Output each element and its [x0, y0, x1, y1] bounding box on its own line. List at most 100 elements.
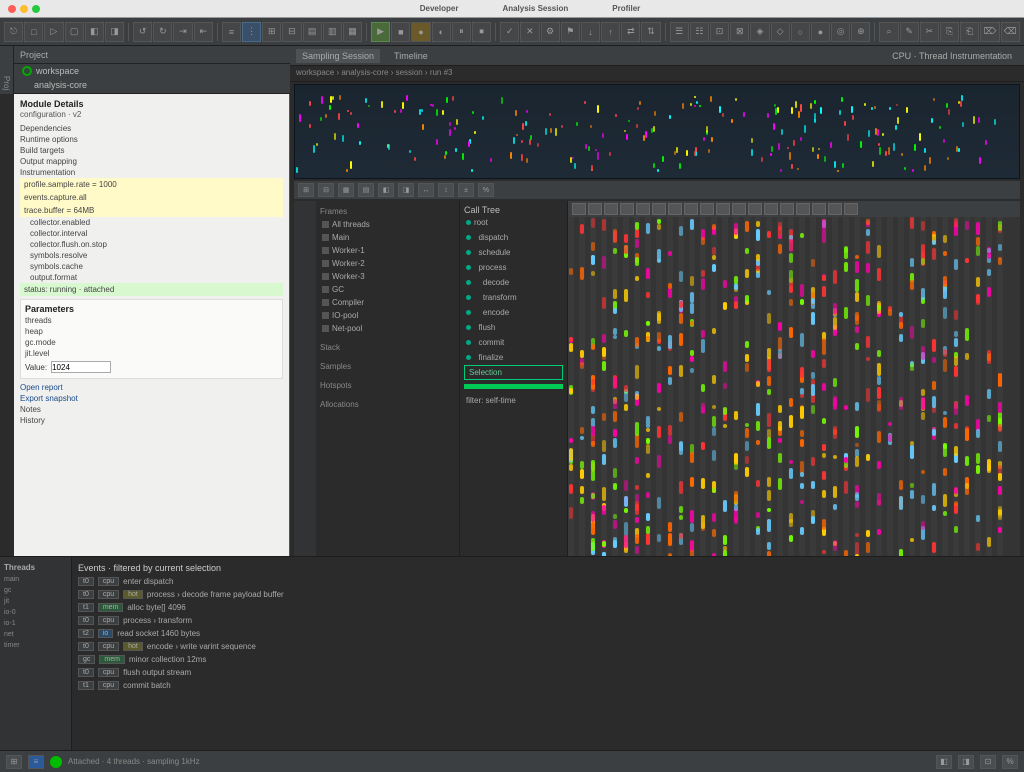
- calltree-row-7[interactable]: flush: [464, 320, 563, 335]
- timeline-tool-5[interactable]: ◨: [398, 183, 414, 197]
- timeline-tool-8[interactable]: ±: [458, 183, 474, 197]
- toolbar-btn-3-2[interactable]: ●: [411, 22, 430, 42]
- toolbar-btn-3-0[interactable]: ▶: [371, 22, 390, 42]
- calltree-selection-box[interactable]: Selection: [464, 365, 563, 380]
- thread-row-1[interactable]: gc: [4, 585, 67, 596]
- event-row-2[interactable]: t1memalloc byte[] 4096: [78, 601, 1018, 614]
- toolbar-btn-5-6[interactable]: ○: [791, 22, 810, 42]
- viz-tool-7[interactable]: [684, 203, 698, 215]
- toolbar-btn-2-6[interactable]: ▦: [343, 22, 362, 42]
- calltree-row-5[interactable]: transform: [464, 290, 563, 305]
- timeline-tool-6[interactable]: ↔: [418, 183, 434, 197]
- viz-tool-3[interactable]: [620, 203, 634, 215]
- toolbar-btn-3-1[interactable]: ■: [391, 22, 410, 42]
- tab-timeline[interactable]: Timeline: [388, 49, 434, 63]
- timeline-tool-7[interactable]: ↕: [438, 183, 454, 197]
- event-row-1[interactable]: t0cpuhotprocess › decode frame payload b…: [78, 588, 1018, 601]
- viz-tool-1[interactable]: [588, 203, 602, 215]
- toolbar-btn-6-2[interactable]: ✂: [920, 22, 939, 42]
- event-row-5[interactable]: t0cpuhotencode › write varint sequence: [78, 640, 1018, 653]
- toolbar-btn-2-5[interactable]: ▥: [323, 22, 342, 42]
- toolbar-btn-5-8[interactable]: ◎: [831, 22, 850, 42]
- timeline-tool-4[interactable]: ◧: [378, 183, 394, 197]
- toolbar-btn-4-3[interactable]: ⚑: [561, 22, 580, 42]
- toolbar-btn-3-4[interactable]: ⏸: [452, 22, 471, 42]
- toolbar-btn-4-0[interactable]: ✓: [500, 22, 519, 42]
- toolbar-btn-0-2[interactable]: ▷: [44, 22, 63, 42]
- toolbar-btn-5-5[interactable]: ◇: [771, 22, 790, 42]
- doc-link-0[interactable]: Open report: [20, 382, 283, 393]
- doc-link-1[interactable]: Export snapshot: [20, 393, 283, 404]
- inspector-item-2[interactable]: Worker-1: [320, 244, 455, 257]
- toolbar-btn-0-0[interactable]: ⎋: [4, 22, 23, 42]
- viz-tool-11[interactable]: [748, 203, 762, 215]
- thread-row-3[interactable]: io-0: [4, 607, 67, 618]
- toolbar-btn-5-3[interactable]: ⊠: [730, 22, 749, 42]
- toolbar-btn-5-9[interactable]: ⊕: [851, 22, 870, 42]
- inspector-item-1[interactable]: Main: [320, 231, 455, 244]
- thread-row-5[interactable]: net: [4, 629, 67, 640]
- status-btn-left-1[interactable]: ≡: [28, 755, 44, 769]
- calltree-row-4[interactable]: decode: [464, 275, 563, 290]
- timeline-tool-1[interactable]: ⊟: [318, 183, 334, 197]
- inspector-section-2[interactable]: Hotspots: [320, 379, 455, 392]
- toolstrip-project[interactable]: Proj: [2, 76, 11, 90]
- calltree-row-2[interactable]: schedule: [464, 245, 563, 260]
- toolbar-btn-2-2[interactable]: ⊞: [262, 22, 281, 42]
- inspector-item-6[interactable]: Compiler: [320, 296, 455, 309]
- calltree-filter[interactable]: filter: self-time: [464, 393, 563, 408]
- inspector-item-4[interactable]: Worker-3: [320, 270, 455, 283]
- timeline-tool-9[interactable]: %: [478, 183, 494, 197]
- toolbar-btn-2-1[interactable]: ⋮: [242, 22, 261, 42]
- inspector-item-5[interactable]: GC: [320, 283, 455, 296]
- toolbar-btn-4-7[interactable]: ⇅: [641, 22, 660, 42]
- close-window-icon[interactable]: [8, 5, 16, 13]
- event-row-4[interactable]: t2ioread socket 1460 bytes: [78, 627, 1018, 640]
- calltree-row-1[interactable]: dispatch: [464, 230, 563, 245]
- status-btn-left-0[interactable]: ⊞: [6, 755, 22, 769]
- sidebar-module[interactable]: analysis-core: [14, 78, 290, 92]
- toolbar-btn-5-1[interactable]: ☷: [690, 22, 709, 42]
- toolbar-btn-2-3[interactable]: ⊟: [282, 22, 301, 42]
- toolbar-btn-0-1[interactable]: □: [24, 22, 43, 42]
- viz-tool-8[interactable]: [700, 203, 714, 215]
- toolbar-btn-6-0[interactable]: ⌕: [879, 22, 898, 42]
- status-btn-right-0[interactable]: ◧: [936, 755, 952, 769]
- viz-tool-2[interactable]: [604, 203, 618, 215]
- toolbar-btn-4-1[interactable]: ✕: [520, 22, 539, 42]
- viz-tool-16[interactable]: [828, 203, 842, 215]
- inspector-item-0[interactable]: All threads: [320, 218, 455, 231]
- toolbar-btn-5-0[interactable]: ☰: [670, 22, 689, 42]
- toolbar-btn-1-1[interactable]: ↻: [153, 22, 172, 42]
- doc-entry-input[interactable]: [51, 361, 111, 373]
- status-btn-right-1[interactable]: ◨: [958, 755, 974, 769]
- timeline-tool-0[interactable]: ⊞: [298, 183, 314, 197]
- toolbar-btn-0-3[interactable]: ▢: [65, 22, 84, 42]
- viz-tool-6[interactable]: [668, 203, 682, 215]
- status-btn-right-2[interactable]: ⊡: [980, 755, 996, 769]
- toolbar-btn-1-2[interactable]: ⇥: [173, 22, 192, 42]
- toolbar-btn-4-4[interactable]: ↓: [581, 22, 600, 42]
- toolbar-btn-1-0[interactable]: ↺: [133, 22, 152, 42]
- timeline-tool-3[interactable]: ▤: [358, 183, 374, 197]
- toolbar-btn-6-4[interactable]: ⎗: [960, 22, 979, 42]
- status-btn-left-2[interactable]: [50, 756, 62, 768]
- event-row-6[interactable]: gcmemminor collection 12ms: [78, 653, 1018, 666]
- toolbar-btn-3-5[interactable]: ⏹: [472, 22, 491, 42]
- toolbar-btn-0-5[interactable]: ◨: [105, 22, 124, 42]
- viz-tool-12[interactable]: [764, 203, 778, 215]
- toolbar-btn-2-0[interactable]: ≡: [222, 22, 241, 42]
- toolbar-btn-4-2[interactable]: ⚙: [541, 22, 560, 42]
- toolbar-btn-6-3[interactable]: ⎘: [940, 22, 959, 42]
- status-btn-right-3[interactable]: %: [1002, 755, 1018, 769]
- viz-tool-9[interactable]: [716, 203, 730, 215]
- calltree-row-3[interactable]: process: [464, 260, 563, 275]
- toolbar-btn-1-3[interactable]: ⇤: [194, 22, 213, 42]
- inspector-section-0[interactable]: Stack: [320, 341, 455, 354]
- thread-row-6[interactable]: timer: [4, 640, 67, 651]
- event-row-8[interactable]: t1cpucommit batch: [78, 679, 1018, 692]
- timeline-tool-2[interactable]: ▦: [338, 183, 354, 197]
- visualization-panel[interactable]: [568, 201, 1020, 556]
- inspector-section-1[interactable]: Samples: [320, 360, 455, 373]
- viz-tool-5[interactable]: [652, 203, 666, 215]
